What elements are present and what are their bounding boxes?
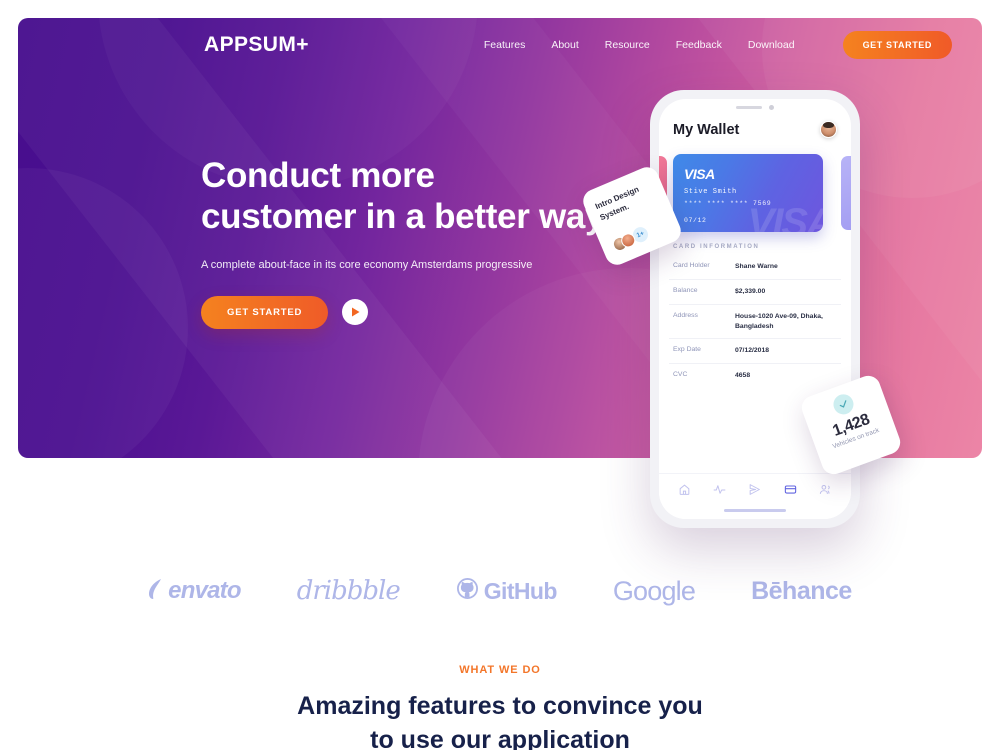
logo-google[interactable]: Google <box>612 575 696 607</box>
people-icon[interactable] <box>819 483 832 501</box>
row-key: Card Holder <box>673 262 710 269</box>
visa-card-number: **** **** **** 7569 <box>684 200 772 207</box>
section-title: Amazing features to convince you to use … <box>0 689 1000 750</box>
logo-envato[interactable]: envato <box>148 577 242 605</box>
play-video-button[interactable] <box>342 299 369 326</box>
header-get-started-button[interactable]: GET STARTED <box>842 31 952 59</box>
what-we-do-section: WHAT WE DO Amazing features to convince … <box>0 664 1000 750</box>
card-icon[interactable] <box>784 483 797 501</box>
visa-card[interactable]: VISA VISA Stive Smith **** **** **** 756… <box>673 154 823 232</box>
nav-links: Features About Resource Feedback Downloa… <box>484 31 952 59</box>
nav-item-resource[interactable]: Resource <box>605 39 650 51</box>
check-circle-icon <box>830 391 857 418</box>
section-eyebrow: WHAT WE DO <box>459 664 541 676</box>
play-icon <box>351 307 360 317</box>
card-information-table: Card Holder Shane Warne Balance $2,339.0… <box>669 255 841 388</box>
hero-get-started-button[interactable]: GET STARTED <box>201 295 329 329</box>
table-row: CVC 4658 <box>669 364 841 388</box>
card-carousel[interactable]: VISA VISA Stive Smith **** **** **** 756… <box>659 150 851 238</box>
logo-github-label: GitHub <box>483 577 558 604</box>
wallet-title: My Wallet <box>673 121 740 138</box>
hero-title: Conduct more customer in a better way <box>201 156 621 237</box>
logo-envato-label: envato <box>168 577 241 604</box>
table-row: Balance $2,339.00 <box>669 280 841 305</box>
row-key: Exp Date <box>673 346 701 354</box>
hero-copy: Conduct more customer in a better way A … <box>201 156 621 329</box>
visa-card-expiry: 07/12 <box>684 217 707 224</box>
row-key: Address <box>673 311 698 319</box>
envato-mark-icon <box>148 578 163 605</box>
nav-item-download[interactable]: Download <box>748 39 795 51</box>
row-value: 07/12/2018 <box>735 347 770 355</box>
row-key: Balance <box>673 286 698 294</box>
row-value: $2,339.00 <box>735 287 766 295</box>
table-row: Exp Date 07/12/2018 <box>669 339 841 365</box>
speaker-icon <box>736 106 762 109</box>
section-title-line-2: to use our application <box>370 726 630 750</box>
github-mark-icon <box>456 577 479 605</box>
row-value: Shane Warne <box>735 263 778 270</box>
phone-tabbar <box>659 473 851 519</box>
row-value: 4658 <box>735 372 751 380</box>
logo-google-label: Google <box>612 575 696 606</box>
hero-title-line-1: Conduct more <box>201 156 435 195</box>
camera-icon <box>769 105 774 110</box>
partner-logos: envato dribbble GitHub Google Bēhance <box>0 560 1000 622</box>
floating-card-avatars: 1+ <box>610 223 652 254</box>
landing-page: APPSUM+ Features About Resource Feedback… <box>0 0 1000 750</box>
home-icon[interactable] <box>678 483 691 501</box>
table-row: Address House-1020 Ave-09, Dhaka, Bangla… <box>669 305 841 340</box>
card-carousel-next[interactable] <box>841 156 851 230</box>
send-icon[interactable] <box>748 483 761 501</box>
nav-item-about[interactable]: About <box>551 39 578 51</box>
card-information-label: CARD INFORMATION <box>673 244 760 250</box>
floating-card-design-title: Intro Design System. <box>593 184 641 222</box>
section-title-line-1: Amazing features to convince you <box>297 692 703 720</box>
logo-behance[interactable]: Bēhance <box>751 577 852 606</box>
logo-dribbble[interactable]: dribbble <box>296 576 401 606</box>
brand-logo[interactable]: APPSUM+ <box>204 33 309 57</box>
hero-actions: GET STARTED <box>201 295 621 329</box>
logo-dribbble-label: dribbble <box>296 576 401 606</box>
avatar[interactable] <box>820 121 837 138</box>
hero-subtitle: A complete about-face in its core econom… <box>201 259 533 272</box>
activity-icon[interactable] <box>713 483 726 501</box>
logo-behance-label: Bēhance <box>751 576 852 605</box>
logo-github[interactable]: GitHub <box>456 577 557 605</box>
row-value: House-1020 Ave-09, Dhaka, Bangladesh <box>735 312 823 330</box>
hero-title-line-2: customer in a better way <box>201 196 605 236</box>
nav-item-features[interactable]: Features <box>484 39 525 51</box>
home-indicator <box>724 509 786 512</box>
phone-notch <box>709 99 801 116</box>
row-key: CVC <box>673 371 688 379</box>
visa-logo: VISA <box>684 166 715 182</box>
navbar: APPSUM+ Features About Resource Feedback… <box>18 18 982 72</box>
nav-item-feedback[interactable]: Feedback <box>676 39 722 51</box>
table-row: Card Holder Shane Warne <box>669 255 841 280</box>
visa-card-holder: Stive Smith <box>684 188 737 196</box>
